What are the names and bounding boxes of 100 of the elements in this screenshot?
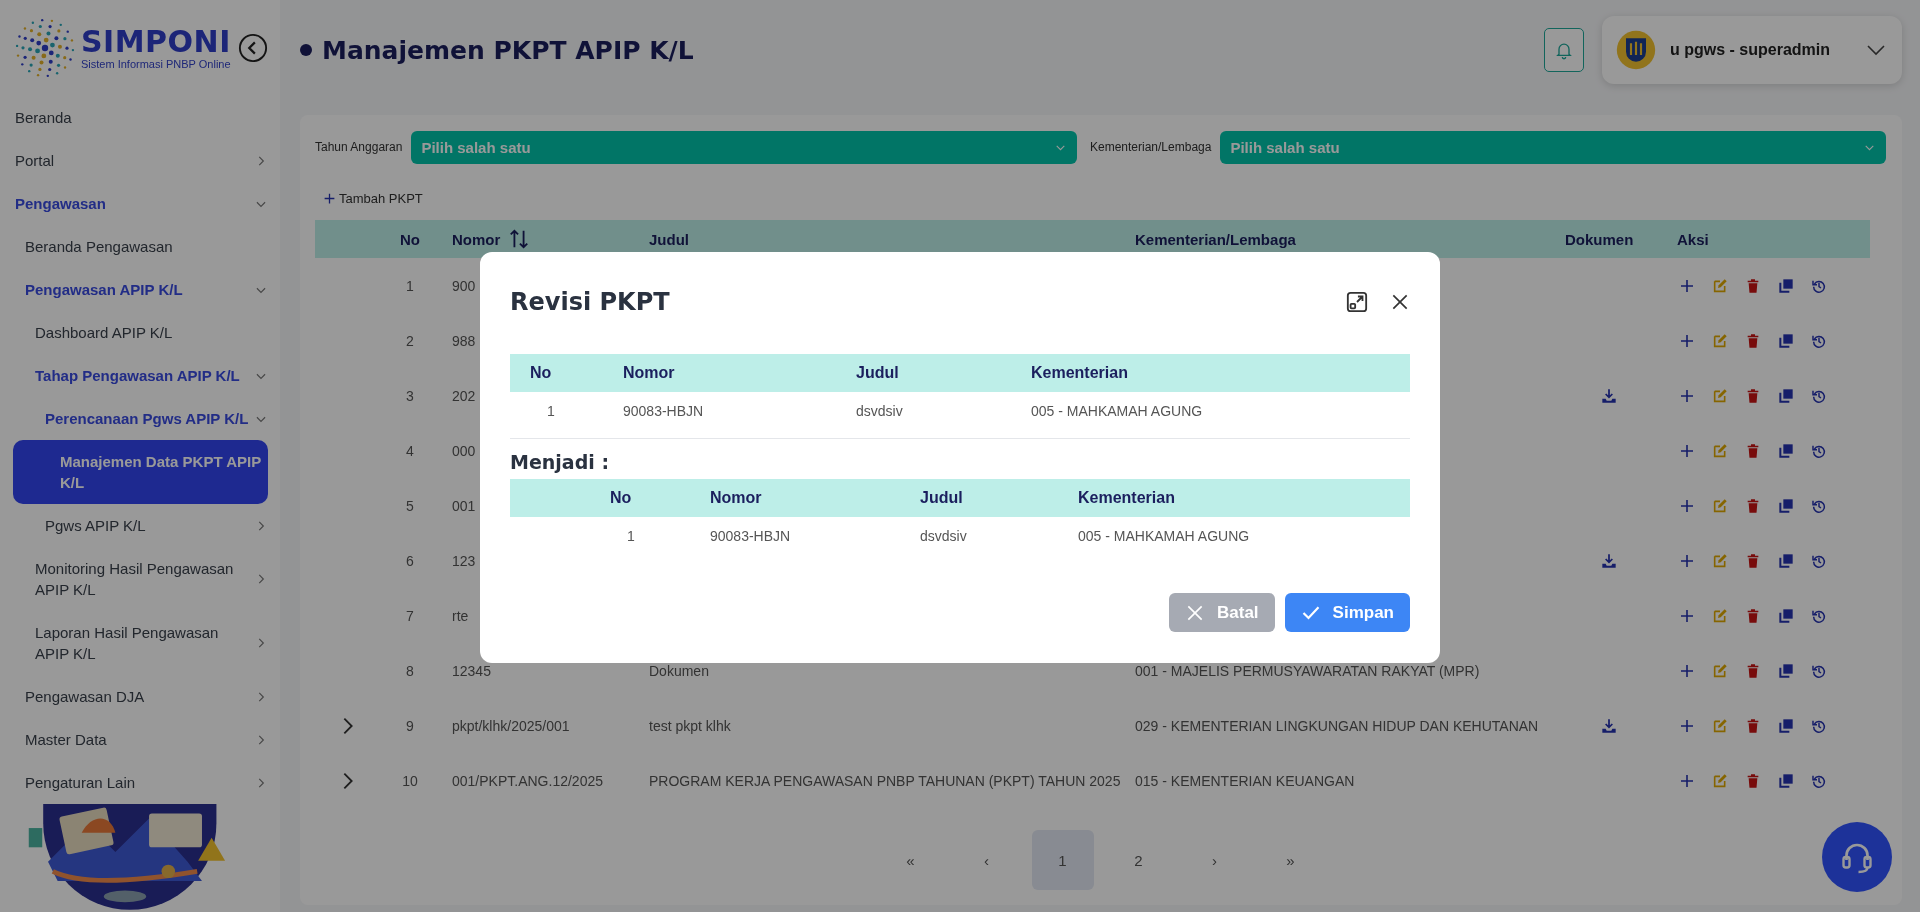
table-cell: dsvdsiv: [856, 403, 903, 419]
copy-icon[interactable]: [1778, 552, 1794, 569]
page-button[interactable]: ‹: [955, 830, 1018, 890]
column-header: Dokumen: [1565, 230, 1634, 248]
sidebar-item[interactable]: Laporan Hasil Pengawasan APIP K/L: [0, 611, 280, 676]
trash-icon[interactable]: [1745, 277, 1761, 294]
copy-icon[interactable]: [1778, 772, 1794, 789]
table-cell: 3: [406, 387, 414, 404]
sort-icon[interactable]: [508, 228, 531, 250]
column-header: Nomor: [710, 489, 762, 506]
sidebar-item[interactable]: Pengawasan: [0, 182, 280, 226]
bullet-icon: [300, 44, 312, 56]
copy-icon[interactable]: [1778, 277, 1794, 294]
notification-button[interactable]: [1544, 28, 1584, 72]
column-header: Kementerian: [1031, 364, 1128, 381]
page-button[interactable]: 1: [1031, 830, 1094, 890]
table-cell: pkpt/klhk/2025/001: [452, 717, 570, 734]
collapse-icon[interactable]: [238, 33, 268, 64]
table-cell: 7: [406, 607, 414, 624]
table-cell: 1: [406, 277, 414, 294]
page-button[interactable]: »: [1259, 830, 1322, 890]
copy-icon[interactable]: [1778, 717, 1794, 734]
trash-icon[interactable]: [1745, 387, 1761, 404]
trash-icon[interactable]: [1745, 717, 1761, 734]
table-cell: 90083-HBJN: [623, 403, 704, 419]
logo-icon: [15, 18, 75, 79]
sidebar-item[interactable]: Master Data: [0, 718, 280, 762]
column-header: Kementerian: [1078, 489, 1175, 506]
sidebar-item[interactable]: Manajemen Data PKPT APIP K/L: [13, 440, 268, 505]
trash-icon[interactable]: [1745, 662, 1761, 679]
modal-title: Revisi PKPT: [510, 288, 671, 316]
column-header: No: [530, 364, 552, 381]
copy-icon[interactable]: [1778, 442, 1794, 459]
add-button[interactable]: Tambah PKPT: [323, 191, 423, 206]
save-button[interactable]: Simpan: [1284, 593, 1410, 632]
trash-icon[interactable]: [1745, 497, 1761, 514]
plus-icon[interactable]: [1679, 332, 1695, 349]
sidebar-item[interactable]: Monitoring Hasil Pengawasan APIP K/L: [0, 547, 280, 612]
table-cell: 2: [406, 332, 414, 349]
copy-icon[interactable]: [1778, 387, 1794, 404]
download-icon[interactable]: [1601, 552, 1617, 569]
table-cell: 001/PKPT.ANG.12/2025: [452, 772, 603, 789]
page-button[interactable]: 2: [1107, 830, 1170, 890]
close-icon[interactable]: [1390, 292, 1410, 312]
sidebar-item[interactable]: Beranda: [0, 96, 280, 140]
column-header: No: [610, 489, 632, 506]
download-icon[interactable]: [1601, 387, 1617, 404]
table-cell: 001: [452, 497, 476, 514]
plus-icon[interactable]: [1679, 277, 1695, 294]
table-cell: 4: [406, 442, 414, 459]
plus-icon[interactable]: [1679, 717, 1695, 734]
logo-tagline: Sistem Informasi PNBP Online: [81, 58, 232, 71]
trash-icon[interactable]: [1745, 332, 1761, 349]
table-cell: 029 - KEMENTERIAN LINGKUNGAN HIDUP DAN KEHUTANAN: [1135, 717, 1539, 734]
plus-icon[interactable]: [1679, 387, 1695, 404]
table-cell: 005 - MAHKAMAH AGUNG: [1078, 528, 1250, 544]
table-cell: 8: [406, 662, 414, 679]
trash-icon[interactable]: [1745, 442, 1761, 459]
sidebar-item[interactable]: Beranda Pengawasan: [0, 225, 280, 269]
plus-icon[interactable]: [1679, 442, 1695, 459]
table-cell: 123: [452, 552, 476, 569]
copy-icon[interactable]: [1778, 497, 1794, 514]
plus-icon[interactable]: [1679, 607, 1695, 624]
column-header: Nomor: [623, 364, 675, 381]
page-title: Manajemen PKPT APIP K/L: [322, 35, 695, 65]
table-cell: 10: [402, 772, 418, 789]
expand-icon[interactable]: [1346, 291, 1368, 313]
page-button[interactable]: ›: [1183, 830, 1246, 890]
table-cell: 900: [452, 277, 476, 294]
page-button[interactable]: «: [879, 830, 942, 890]
copy-icon[interactable]: [1778, 332, 1794, 349]
copy-icon[interactable]: [1778, 607, 1794, 624]
table-cell: 005 - MAHKAMAH AGUNG: [1031, 403, 1203, 419]
user-menu[interactable]: u pgws - superadmin: [1602, 16, 1902, 84]
plus-icon[interactable]: [1679, 772, 1695, 789]
sidebar-item[interactable]: Portal: [0, 139, 280, 183]
table-cell: 12345: [452, 662, 491, 679]
filter-label: Tahun Anggaran: [315, 140, 403, 154]
column-header: Aksi: [1677, 230, 1709, 248]
sidebar-item[interactable]: Tahap Pengawasan APIP K/L: [0, 354, 280, 398]
sidebar-item[interactable]: Pengawasan APIP K/L: [0, 268, 280, 312]
logo-text: SIMPONI: [81, 26, 232, 59]
sidebar-item[interactable]: Pengawasan DJA: [0, 675, 280, 719]
column-header: Judul: [920, 489, 963, 506]
download-icon[interactable]: [1601, 717, 1617, 734]
plus-icon[interactable]: [1679, 662, 1695, 679]
column-header: Kementerian/Lembaga: [1135, 230, 1296, 248]
table-cell: 202: [452, 387, 476, 404]
table-cell: PROGRAM KERJA PENGAWASAN PNBP TAHUNAN (PKPT) TAHUN 2025: [649, 772, 1121, 789]
filter-label: Kementerian/Lembaga: [1090, 140, 1212, 154]
plus-icon[interactable]: [1679, 497, 1695, 514]
plus-icon[interactable]: [1679, 552, 1695, 569]
copy-icon[interactable]: [1778, 662, 1794, 679]
column-header: Judul: [856, 364, 899, 381]
sidebar-item[interactable]: Dashboard APIP K/L: [0, 311, 280, 355]
trash-icon[interactable]: [1745, 607, 1761, 624]
trash-icon[interactable]: [1745, 552, 1761, 569]
sidebar-item[interactable]: Pgws APIP K/L: [0, 504, 280, 548]
trash-icon[interactable]: [1745, 772, 1761, 789]
table-cell: 6: [406, 552, 414, 569]
